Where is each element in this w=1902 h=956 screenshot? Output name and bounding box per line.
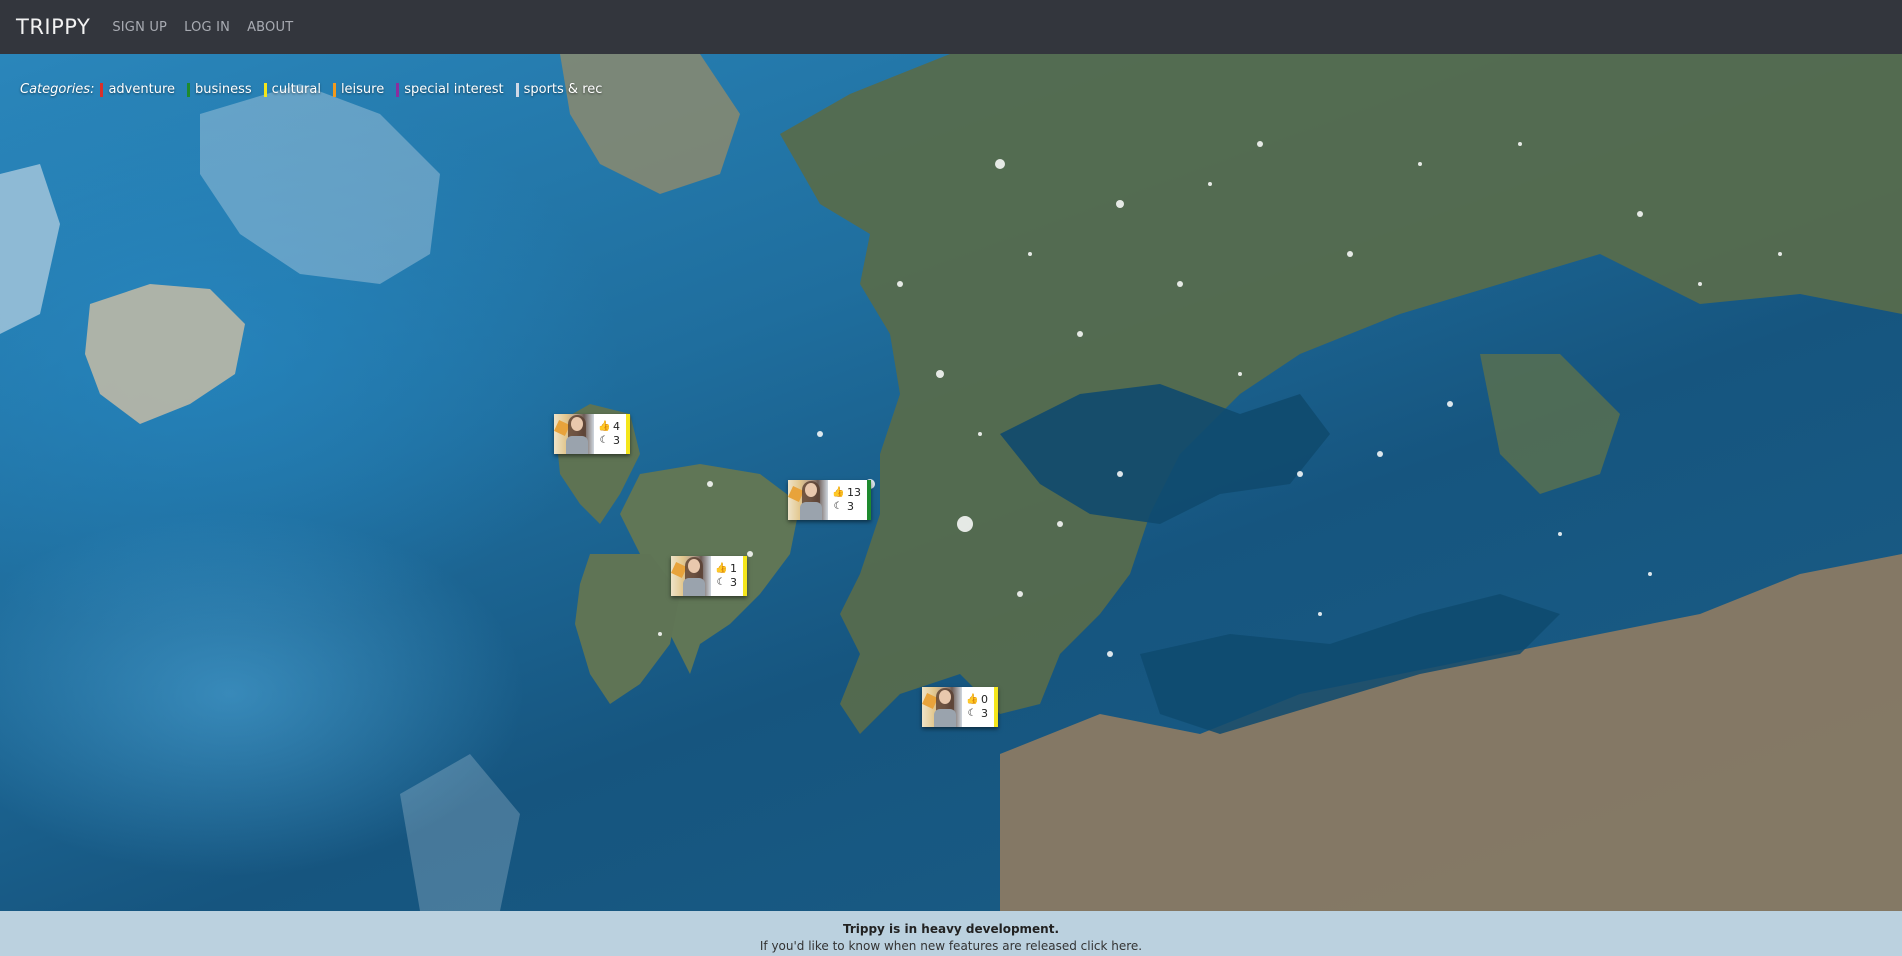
categories-legend: Categories: adventure business cultural … — [20, 82, 614, 97]
likes-count: 1 — [730, 562, 737, 575]
trip-marker[interactable]: 👍 1 ☾ 3 — [671, 556, 747, 596]
moon-icon: ☾ — [716, 577, 726, 588]
moon-icon: ☾ — [599, 435, 609, 446]
banner-title: Trippy is in heavy development. — [842, 922, 1060, 936]
trip-marker[interactable]: 👍 4 ☾ 3 — [554, 414, 630, 454]
likes-count: 0 — [981, 693, 988, 706]
category-color-bar — [743, 556, 747, 596]
category-business[interactable]: business — [187, 82, 252, 97]
trip-stats: 👍 0 ☾ 3 — [962, 687, 994, 727]
thumbs-up-icon: 👍 — [832, 487, 845, 498]
category-cultural[interactable]: cultural — [263, 82, 321, 97]
trip-marker[interactable]: 👍 13 ☾ 3 — [788, 480, 871, 520]
category-color-bar — [626, 414, 630, 454]
trip-thumbnail — [788, 480, 828, 520]
category-label: sports & rec — [523, 82, 603, 97]
nights-count: 3 — [730, 576, 737, 589]
category-special-interest[interactable]: special interest — [396, 82, 504, 97]
signup-link[interactable]: SIGN UP — [112, 20, 167, 35]
dev-banner: Trippy is in heavy development. If you'd… — [0, 911, 1902, 956]
trip-stats: 👍 4 ☾ 3 — [594, 414, 626, 454]
category-label: cultural — [271, 82, 321, 97]
login-link[interactable]: LOG IN — [184, 20, 230, 35]
moon-icon: ☾ — [967, 708, 977, 719]
category-swatch — [332, 82, 336, 97]
moon-icon: ☾ — [833, 501, 843, 512]
category-sports-rec[interactable]: sports & rec — [515, 82, 603, 97]
category-leisure[interactable]: leisure — [332, 82, 385, 97]
likes-count: 4 — [613, 420, 620, 433]
world-map[interactable] — [0, 54, 1902, 911]
city-lights — [658, 141, 1782, 657]
category-color-bar — [867, 480, 871, 520]
about-link[interactable]: ABOUT — [247, 20, 293, 35]
nights-count: 3 — [613, 434, 620, 447]
nights-count: 3 — [981, 707, 988, 720]
thumbs-up-icon: 👍 — [966, 694, 979, 705]
category-adventure[interactable]: adventure — [100, 82, 175, 97]
thumbs-up-icon: 👍 — [715, 563, 728, 574]
top-navbar: TRIPPY SIGN UP LOG IN ABOUT — [0, 0, 1902, 54]
trip-stats: 👍 1 ☾ 3 — [711, 556, 743, 596]
trip-marker[interactable]: 👍 0 ☾ 3 — [922, 687, 998, 727]
category-swatch — [100, 82, 104, 97]
trip-thumbnail — [671, 556, 711, 596]
category-color-bar — [994, 687, 998, 727]
likes-count: 13 — [847, 486, 861, 499]
category-swatch — [263, 82, 267, 97]
trip-thumbnail — [922, 687, 962, 727]
category-swatch — [515, 82, 519, 97]
brand-logo[interactable]: TRIPPY — [16, 15, 90, 39]
banner-signup-link[interactable]: If you'd like to know when new features … — [0, 939, 1902, 953]
category-swatch — [187, 82, 190, 97]
category-label: business — [195, 82, 252, 97]
category-swatch — [396, 82, 400, 97]
trip-thumbnail — [554, 414, 594, 454]
trip-stats: 👍 13 ☾ 3 — [828, 480, 867, 520]
category-label: special interest — [404, 82, 504, 97]
thumbs-up-icon: 👍 — [598, 421, 611, 432]
nights-count: 3 — [847, 500, 854, 513]
category-label: leisure — [340, 82, 385, 97]
category-label: adventure — [108, 82, 175, 97]
categories-label: Categories: — [20, 82, 95, 97]
